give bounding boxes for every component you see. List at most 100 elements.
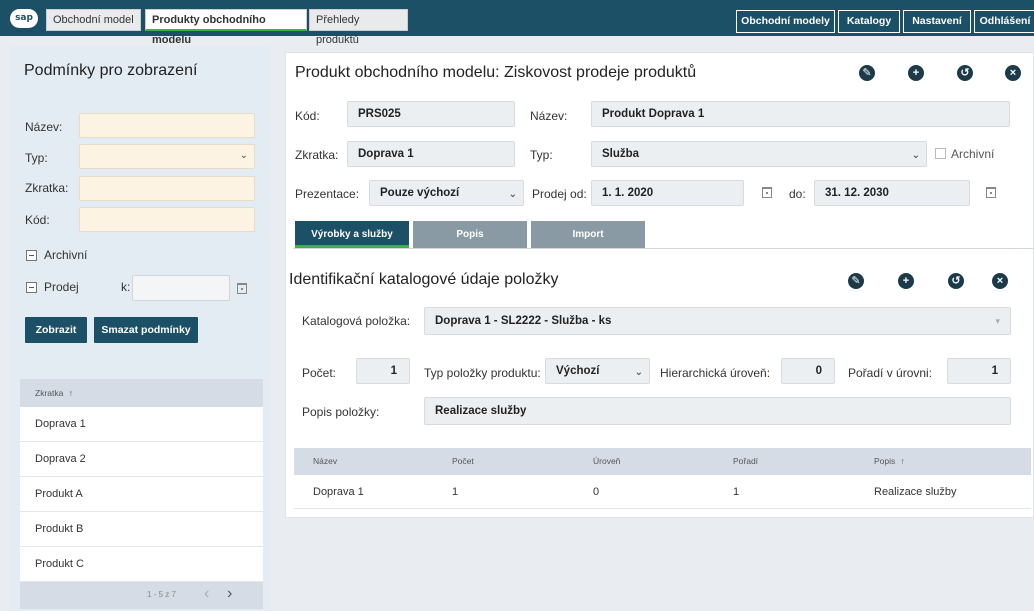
nazev-field: Produkt Doprava 1 (591, 101, 1010, 127)
subpanel-title: Identifikační katalogové údaje položky (289, 271, 559, 288)
typ-polozky-select[interactable]: Výchozí ⌄ (545, 358, 650, 384)
pocet-label: Počet: (302, 366, 337, 380)
tab-popis[interactable]: Popis (413, 221, 527, 248)
cell-pocet: 1 (452, 486, 459, 498)
app-logo: sap (10, 9, 38, 28)
kod-input[interactable] (79, 207, 255, 232)
sort-up-icon: ↑ (900, 456, 905, 466)
tab-divider (293, 248, 1034, 249)
dropdown-arrow-icon: ▾ (995, 316, 1000, 326)
kod-label: Kód: (25, 213, 50, 227)
filter-title: Podmínky pro zobrazení (24, 62, 198, 79)
katalog-label: Katalogová položka: (302, 314, 411, 328)
prodej-date-input[interactable] (132, 275, 230, 301)
chevron-down-icon: ⌄ (911, 150, 920, 161)
typ-select[interactable]: Služba ⌄ (591, 141, 927, 167)
archivni-label: Archivní (44, 248, 88, 262)
k-label: k: (121, 280, 131, 294)
nav-nastaveni[interactable]: Nastavení (903, 10, 971, 33)
popis-polozky-field[interactable]: Realizace služby (424, 397, 1011, 425)
typ-polozky-label: Typ položky produktu: (424, 366, 541, 380)
tab-obchodni-model[interactable]: Obchodní model (46, 9, 141, 31)
chevron-down-icon: ⌄ (239, 150, 248, 161)
catalog-item-panel: Identifikační katalogové údaje položky ✎… (289, 262, 1032, 509)
pagination-info: 1 - 5 z 7 (147, 590, 176, 599)
edit-icon[interactable]: ✎ (848, 273, 864, 289)
top-bar: sap Obchodní model Produkty obchodního m… (0, 0, 1034, 46)
next-page-icon[interactable]: › (227, 585, 232, 603)
tab-vyrobky-a-sluzby[interactable]: Výrobky a služby (295, 221, 409, 248)
edit-icon[interactable]: ✎ (859, 65, 875, 81)
prodej-label: Prodej (44, 280, 79, 294)
history-icon[interactable]: ↺ (957, 65, 973, 81)
table-row[interactable]: Produkt B (20, 512, 263, 547)
nav-odhlaseni[interactable]: Odhlášení (974, 10, 1034, 33)
zkratka-label: Zkratka: (25, 181, 69, 195)
zkratka-field: Doprava 1 (347, 141, 515, 167)
typ-label: Typ: (25, 151, 48, 165)
close-icon[interactable]: × (1005, 65, 1021, 81)
archivni-checkbox[interactable] (26, 250, 37, 261)
calendar-icon[interactable] (986, 187, 996, 198)
katalog-select[interactable]: Doprava 1 - SL2222 - Služba - ks ▾ (424, 307, 1011, 335)
pocet-field[interactable]: 1 (356, 358, 410, 384)
add-icon[interactable]: + (898, 273, 914, 289)
archivni-label: Archivní (951, 147, 995, 161)
nazev-label: Název: (25, 120, 63, 134)
popis-polozky-label: Popis položky: (302, 405, 380, 419)
calendar-icon[interactable] (762, 187, 772, 198)
table-row[interactable]: Doprava 1 1 0 1 Realizace služby (294, 475, 1031, 509)
nazev-input[interactable] (79, 113, 255, 138)
calendar-icon[interactable] (237, 283, 247, 294)
history-icon[interactable]: ↺ (948, 273, 964, 289)
add-icon[interactable]: + (908, 65, 924, 81)
nazev-label: Název: (530, 109, 568, 123)
tab-produkty-obchodniho-modelu[interactable]: Produkty obchodního modelu (145, 9, 307, 46)
table-row[interactable]: Produkt A (20, 477, 263, 512)
prezentace-select[interactable]: Pouze výchozí ⌄ (369, 180, 524, 206)
prodej-checkbox[interactable] (26, 282, 37, 293)
column-header-uroven[interactable]: Úroveň (593, 448, 620, 475)
cell-nazev: Doprava 1 (313, 486, 364, 498)
close-icon[interactable]: × (992, 273, 1008, 289)
column-header-nazev[interactable]: Název (313, 448, 337, 475)
tab-prehledy-produktu[interactable]: Přehledy produktů (309, 9, 408, 46)
sort-up-icon: ↑ (68, 388, 73, 398)
table-row[interactable]: Doprava 1 (20, 407, 263, 442)
table-row[interactable]: Doprava 2 (20, 442, 263, 477)
show-button[interactable]: Zobrazit (25, 317, 87, 343)
do-label: do: (789, 187, 806, 201)
clear-conditions-button[interactable]: Smazat podmínky (94, 317, 198, 343)
cell-popis: Realizace služby (874, 486, 957, 498)
table-row[interactable]: Produkt C (20, 547, 263, 582)
archivni-checkbox[interactable] (935, 148, 946, 159)
poradi-label: Pořadí v úrovni: (848, 366, 933, 380)
chevron-down-icon: ⌄ (508, 189, 517, 200)
column-header-pocet[interactable]: Počet (452, 448, 474, 475)
column-header-poradi[interactable]: Pořadí (733, 448, 758, 475)
prodej-od-field[interactable]: 1. 1. 2020 (591, 180, 744, 206)
nav-obchodni-modely[interactable]: Obchodní modely (736, 10, 835, 33)
hierarchicka-uroven-field[interactable]: 0 (781, 358, 835, 384)
hierarchicka-uroven-label: Hierarchická úroveň: (660, 366, 771, 380)
typ-label: Typ: (530, 148, 553, 162)
cell-uroven: 0 (593, 486, 600, 498)
typ-select[interactable]: ⌄ (79, 144, 255, 169)
table-header: Název Počet Úroveň Pořadí Popis ↑ (294, 448, 1031, 475)
nav-katalogy[interactable]: Katalogy (838, 10, 900, 33)
tab-import[interactable]: Import (531, 221, 645, 248)
poradi-field[interactable]: 1 (947, 358, 1011, 384)
kod-label: Kód: (295, 109, 320, 123)
prezentace-label: Prezentace: (295, 187, 360, 201)
kod-field: PRS025 (347, 101, 515, 127)
prodej-do-field[interactable]: 31. 12. 2030 (814, 180, 970, 206)
zkratka-column-header[interactable]: Zkratka ↑ (20, 379, 263, 407)
zkratka-input[interactable] (79, 176, 255, 201)
zkratka-table: Zkratka ↑ Doprava 1 Doprava 2 Produkt A … (20, 379, 263, 609)
prodej-od-label: Prodej od: (532, 187, 587, 201)
prev-page-icon[interactable]: ‹ (204, 585, 209, 603)
page-title: Produkt obchodního modelu: Ziskovost pro… (295, 64, 697, 81)
column-header-popis[interactable]: Popis ↑ (874, 448, 905, 475)
items-table: Název Počet Úroveň Pořadí Popis ↑ Doprav… (294, 448, 1031, 509)
zkratka-label: Zkratka: (295, 148, 339, 162)
